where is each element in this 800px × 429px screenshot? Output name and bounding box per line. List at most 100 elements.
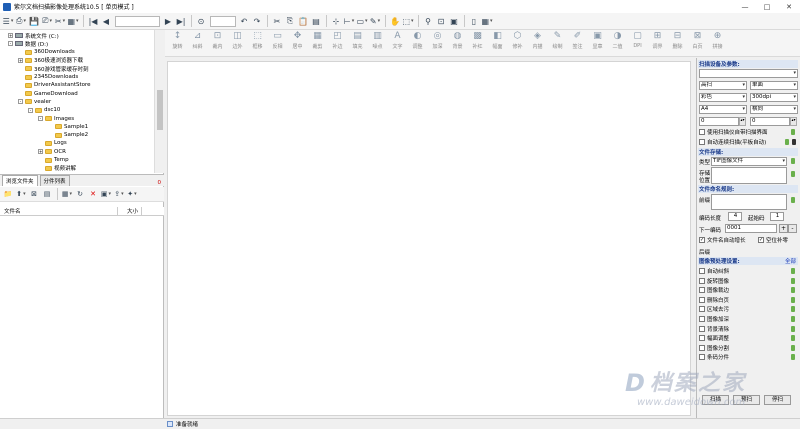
preprocess-option[interactable]: 图像分割 bbox=[699, 344, 729, 352]
option-setting-icon[interactable] bbox=[791, 268, 795, 274]
redo-icon[interactable]: ↷ bbox=[251, 14, 263, 28]
select-all-link[interactable]: 全部 bbox=[785, 257, 796, 265]
pen-icon[interactable]: ✎ ▾ bbox=[369, 14, 381, 28]
new-folder-icon[interactable]: 📁 bbox=[2, 187, 14, 201]
checkbox-box[interactable] bbox=[699, 306, 705, 313]
minimize-button[interactable]: — bbox=[734, 0, 756, 13]
checkbox-box[interactable] bbox=[699, 335, 705, 342]
margin-left-input[interactable]: 0 bbox=[699, 117, 739, 126]
image-canvas[interactable] bbox=[165, 58, 695, 418]
fit-icon[interactable]: ⊡ bbox=[435, 14, 447, 28]
tree-item[interactable]: 视频讲解 bbox=[38, 164, 76, 173]
tool-button-16[interactable]: ◧ 幅面 bbox=[488, 30, 507, 56]
fill-icon[interactable]: ▣ bbox=[448, 14, 460, 28]
line-icon[interactable]: ⊢ ▾ bbox=[343, 14, 355, 28]
decrement-button[interactable]: - bbox=[788, 224, 797, 233]
tool-button-18[interactable]: ◈ 内描 bbox=[528, 30, 547, 56]
tool-button-5[interactable]: ▭ 反相 bbox=[268, 30, 287, 56]
margin-right-stepper[interactable]: ▴▾ bbox=[790, 117, 797, 126]
option-setting-icon[interactable] bbox=[791, 306, 795, 313]
record-icon[interactable]: ⊙ bbox=[195, 14, 207, 28]
grid-icon[interactable]: ▦ ▾ bbox=[67, 14, 79, 28]
expand-toggle[interactable]: - bbox=[38, 116, 43, 121]
tree-scrollbar[interactable] bbox=[154, 30, 164, 173]
column-filename[interactable]: 文件名 bbox=[0, 207, 118, 215]
preprocess-option[interactable]: 区域去污 bbox=[699, 305, 729, 313]
close-button[interactable]: ✕ bbox=[778, 0, 800, 13]
prev-page-button[interactable]: ◀ bbox=[100, 14, 112, 28]
checkbox-box[interactable] bbox=[699, 139, 705, 145]
page-input[interactable] bbox=[115, 15, 160, 27]
tab-browse-folder[interactable]: 浏览文件夹 bbox=[2, 175, 38, 186]
save-icon[interactable]: 💾 bbox=[28, 14, 40, 28]
tools-icon[interactable]: ✂ ▾ bbox=[54, 14, 66, 28]
device-select[interactable] bbox=[699, 69, 798, 78]
tool-button-21[interactable]: ▣ 显章 bbox=[588, 30, 607, 56]
setting-icon[interactable] bbox=[791, 129, 795, 135]
checkbox-box[interactable] bbox=[699, 325, 705, 332]
preprocess-option[interactable]: 删除白页 bbox=[699, 296, 729, 304]
tool-button-15[interactable]: ▩ 补红 bbox=[468, 30, 487, 56]
page-view[interactable] bbox=[167, 61, 691, 416]
dpi-select[interactable]: 300dpi bbox=[750, 93, 798, 102]
tool-button-9[interactable]: ▤ 填充 bbox=[348, 30, 367, 56]
tool-button-7[interactable]: ▦ 裁剪 bbox=[308, 30, 327, 56]
preprocess-option[interactable]: 条码分件 bbox=[699, 353, 729, 361]
maximize-button[interactable]: □ bbox=[756, 0, 778, 13]
checkbox-box[interactable] bbox=[699, 129, 705, 135]
image-icon[interactable]: ▦ ▾ bbox=[61, 187, 73, 201]
print-icon[interactable]: ⎚ ▾ bbox=[41, 14, 53, 28]
tool-button-2[interactable]: ⊡ 裁内 bbox=[208, 30, 227, 56]
start-code-input[interactable]: 1 bbox=[770, 212, 784, 221]
checkbox-box[interactable] bbox=[699, 296, 705, 303]
tab-batch-list[interactable]: 分件列表 bbox=[39, 175, 70, 186]
preprocess-option[interactable]: 图像加深 bbox=[699, 315, 729, 323]
tool-button-11[interactable]: A 文字 bbox=[388, 30, 407, 56]
scan-icon[interactable]: ⎙ ▾ bbox=[15, 14, 27, 28]
browse-icon[interactable] bbox=[791, 171, 795, 177]
ruler-icon[interactable]: ⊹ bbox=[330, 14, 342, 28]
rename-icon[interactable]: ▤ bbox=[41, 187, 53, 201]
checkbox-box[interactable] bbox=[699, 268, 705, 274]
tool-button-3[interactable]: ◫ 边外 bbox=[228, 30, 247, 56]
tool-button-0[interactable]: ↕ 旋转 bbox=[168, 30, 187, 56]
zoom-tool-icon[interactable]: ⚲ bbox=[422, 14, 434, 28]
preprocess-option[interactable]: 幅面调整 bbox=[699, 334, 729, 342]
checkbox-box[interactable] bbox=[699, 287, 705, 294]
tool-button-6[interactable]: ✥ 居中 bbox=[288, 30, 307, 56]
prefix-field[interactable] bbox=[711, 194, 787, 210]
tool-button-27[interactable]: ⊕ 拼接 bbox=[708, 30, 727, 56]
increment-button[interactable]: + bbox=[779, 224, 788, 233]
cut-icon[interactable]: ✂ bbox=[271, 14, 283, 28]
color-select[interactable]: 彩色 bbox=[699, 93, 747, 102]
preprocess-option[interactable]: 图像裁边 bbox=[699, 286, 729, 294]
preprocess-option[interactable]: 旋转图像 bbox=[699, 277, 729, 285]
folder-up-icon[interactable]: ⬆ ▾ bbox=[15, 187, 27, 201]
use-scanner-ui-checkbox[interactable]: 使用扫描仪自带扫描界面 bbox=[699, 128, 768, 136]
preprocess-option[interactable]: 自动纠斜 bbox=[699, 267, 729, 275]
tool-button-22[interactable]: ◑ 二值 bbox=[608, 30, 627, 56]
next-code-input[interactable]: 0001 bbox=[725, 224, 777, 233]
option-setting-icon[interactable] bbox=[791, 335, 795, 342]
page-icon[interactable]: ▯ bbox=[468, 14, 480, 28]
margin-right-input[interactable]: 0 bbox=[750, 117, 790, 126]
tool-button-4[interactable]: ⬚ 框移 bbox=[248, 30, 267, 56]
tool-button-14[interactable]: ◍ 背景 bbox=[448, 30, 467, 56]
view-icon[interactable]: ▣ ▾ bbox=[100, 187, 112, 201]
delete-folder-icon[interactable]: ⊠ bbox=[28, 187, 40, 201]
refresh-icon[interactable]: ↻ bbox=[74, 187, 86, 201]
option-setting-icon[interactable] bbox=[791, 287, 795, 294]
undo-icon[interactable]: ↶ bbox=[238, 14, 250, 28]
folder-tree[interactable]: + 系统文件 (C:) - 数据 (D:) 360Downloads +360极速浏览器下… bbox=[0, 30, 164, 173]
quality-select[interactable]: 高扫 bbox=[699, 81, 747, 90]
rect-icon[interactable]: ▭ ▾ bbox=[356, 14, 368, 28]
setting-icon[interactable] bbox=[791, 197, 795, 203]
expand-toggle[interactable]: + bbox=[18, 57, 23, 63]
delete-icon[interactable]: ✕ bbox=[87, 187, 99, 201]
store-path-field[interactable] bbox=[711, 167, 787, 184]
checkbox-box[interactable] bbox=[699, 316, 705, 322]
tool-button-20[interactable]: ✐ 签注 bbox=[568, 30, 587, 56]
tool-button-10[interactable]: ▥ 噪点 bbox=[368, 30, 387, 56]
margin-left-stepper[interactable]: ▴▾ bbox=[739, 117, 746, 126]
code-length-input[interactable]: 4 bbox=[728, 212, 742, 221]
